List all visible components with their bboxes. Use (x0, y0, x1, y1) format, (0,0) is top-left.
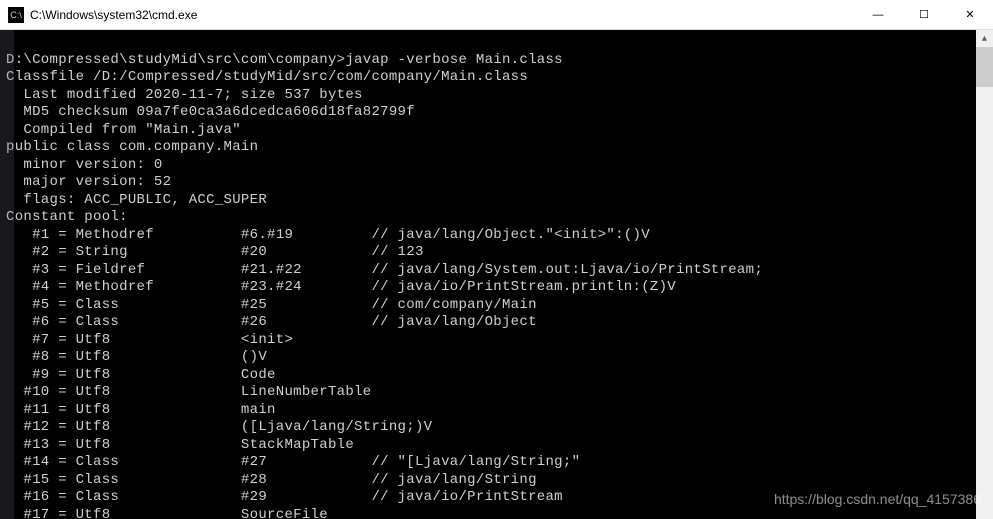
window-title: C:\Windows\system32\cmd.exe (30, 8, 855, 22)
maximize-button[interactable]: ☐ (901, 0, 947, 29)
scroll-thumb[interactable] (976, 47, 993, 87)
window-controls: — ☐ ✕ (855, 0, 993, 29)
minimize-button[interactable]: — (855, 0, 901, 29)
terminal-output[interactable]: D:\Compressed\studyMid\src\com\company>j… (0, 30, 976, 519)
scrollbar[interactable]: ▲ (976, 30, 993, 519)
window-titlebar: C:\ C:\Windows\system32\cmd.exe — ☐ ✕ (0, 0, 993, 30)
terminal-area: D:\Compressed\studyMid\src\com\company>j… (0, 30, 993, 519)
cmd-icon: C:\ (8, 7, 24, 23)
close-button[interactable]: ✕ (947, 0, 993, 29)
scroll-up-arrow[interactable]: ▲ (976, 30, 993, 47)
